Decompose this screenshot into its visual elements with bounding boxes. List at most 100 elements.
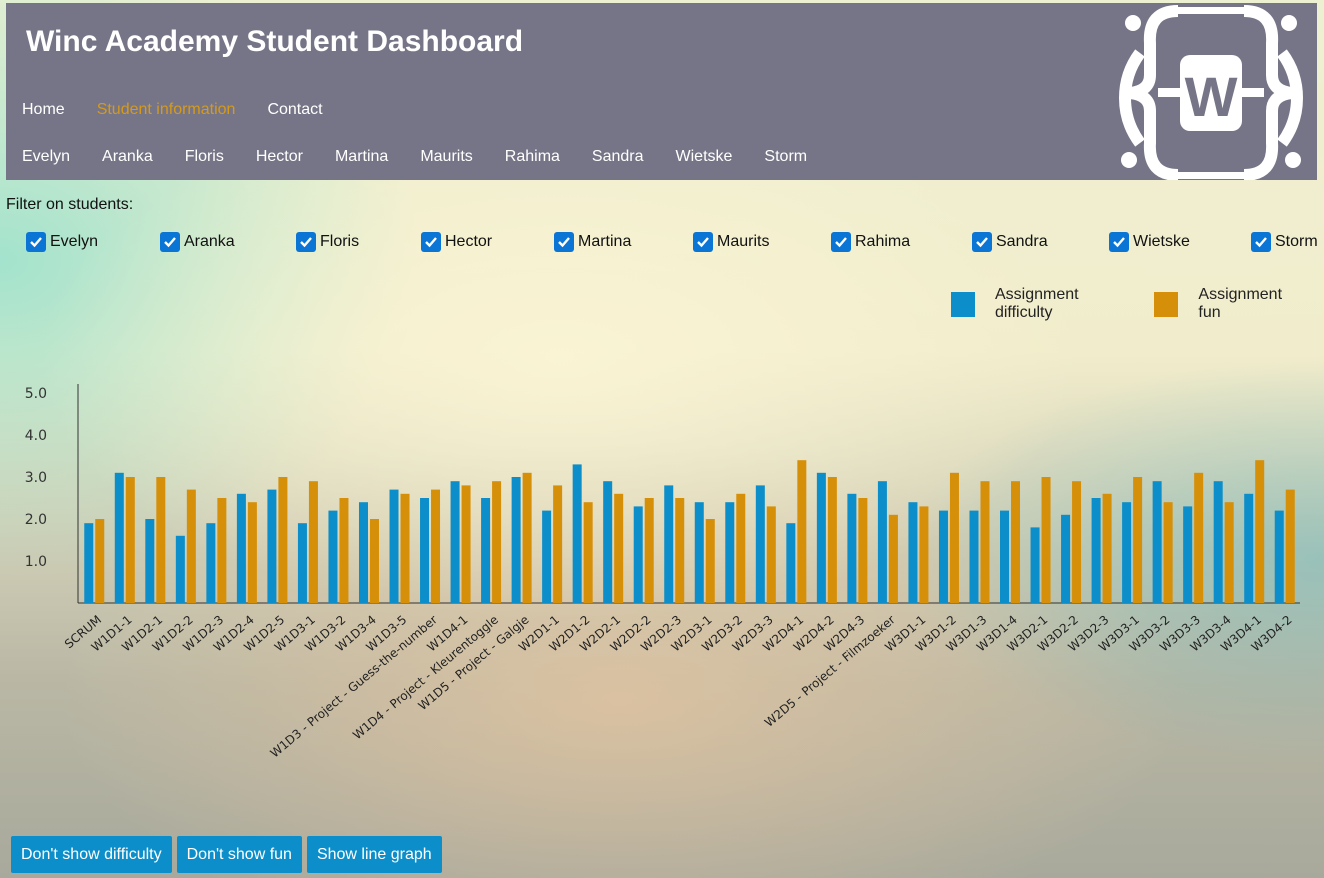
bar-fun [1041,477,1051,603]
checkbox-rahima[interactable] [831,232,851,252]
bar-difficulty [420,498,430,603]
filter-rahima[interactable]: Rahima [831,232,910,252]
student-link-martina[interactable]: Martina [335,148,388,166]
bar-fun [827,477,837,603]
bar-fun [1224,502,1234,603]
check-icon [558,237,570,248]
bar-fun [949,472,959,603]
bar-fun [705,519,715,603]
student-link-maurits[interactable]: Maurits [420,148,472,166]
filter-floris[interactable]: Floris [296,232,359,252]
bar-difficulty [572,464,582,603]
filter-label-evelyn: Evelyn [50,233,99,250]
bar-difficulty [511,477,521,603]
checkbox-hector[interactable] [421,232,441,252]
checkbox-floris[interactable] [296,232,316,252]
filter-label-martina: Martina [578,233,632,250]
bar-fun [675,498,685,603]
bar-difficulty [1030,527,1040,603]
filter-aranka[interactable]: Aranka [160,232,235,252]
check-icon [1113,237,1125,248]
check-icon [30,237,42,248]
student-link-rahima[interactable]: Rahima [505,148,560,166]
check-icon [425,237,437,248]
student-link-wietske[interactable]: Wietske [676,148,733,166]
bar-difficulty [358,502,368,603]
bar-difficulty [1122,502,1132,603]
filter-storm[interactable]: Storm [1251,232,1318,252]
checkbox-maurits[interactable] [693,232,713,252]
bar-difficulty [938,510,948,603]
bar-fun [217,498,227,603]
student-nav: Evelyn Aranka Floris Hector Martina Maur… [22,148,839,166]
bar-difficulty [145,519,155,603]
bar-difficulty [725,502,735,603]
header: Winc Academy Student Dashboard Home Stud… [6,3,1317,180]
student-link-storm[interactable]: Storm [764,148,807,166]
bar-fun [1011,481,1021,603]
bar-fun [400,493,410,603]
filter-label: Filter on students: [6,196,134,213]
filter-label-maurits: Maurits [717,233,770,250]
legend-label-fun: Assignment fun [1198,286,1283,321]
checkbox-martina[interactable] [554,232,574,252]
bar-fun [522,472,532,603]
bar-difficulty [84,523,94,603]
bar-fun [461,485,471,603]
check-icon [835,237,847,248]
bar-difficulty [1213,481,1223,603]
student-link-hector[interactable]: Hector [256,148,303,166]
checkbox-evelyn[interactable] [26,232,46,252]
bar-difficulty [633,506,643,603]
student-link-aranka[interactable]: Aranka [102,148,153,166]
nav-home[interactable]: Home [22,101,65,119]
bar-difficulty [1000,510,1010,603]
student-filter-list: Evelyn Aranka Floris Hector Martina Maur… [26,232,1324,258]
checkbox-storm[interactable] [1251,232,1271,252]
bar-difficulty [389,489,399,603]
student-link-floris[interactable]: Floris [185,148,224,166]
nav-student-information[interactable]: Student information [97,101,236,119]
bar-difficulty [267,489,277,603]
filter-hector[interactable]: Hector [421,232,492,252]
bar-difficulty [694,502,704,603]
bar-fun [308,481,318,603]
bar-difficulty [969,510,979,603]
filter-label-storm: Storm [1275,233,1318,250]
filter-sandra[interactable]: Sandra [972,232,1048,252]
filter-maurits[interactable]: Maurits [693,232,769,252]
legend-label-difficulty: Assignment difficulty [994,286,1079,321]
student-link-sandra[interactable]: Sandra [592,148,644,166]
bar-fun [1285,489,1295,603]
student-link-evelyn[interactable]: Evelyn [22,148,70,166]
bar-fun [553,485,563,603]
filter-evelyn[interactable]: Evelyn [26,232,98,252]
bar-fun [1102,493,1112,603]
checkbox-sandra[interactable] [972,232,992,252]
bar-fun [186,489,196,603]
bar-fun [736,493,746,603]
filter-label-hector: Hector [445,233,493,250]
filter-martina[interactable]: Martina [554,232,631,252]
bar-fun [339,498,349,603]
y-tick-label: 5.0 [25,386,47,402]
bar-difficulty [847,493,857,603]
bar-fun [797,460,807,603]
checkbox-wietske[interactable] [1109,232,1129,252]
legend-swatch-difficulty [951,291,975,317]
filter-wietske[interactable]: Wietske [1109,232,1190,252]
filter-label-wietske: Wietske [1133,233,1190,250]
bar-difficulty [755,485,765,603]
nav-contact[interactable]: Contact [267,101,322,119]
show-line-graph-button[interactable]: Show line graph [306,836,442,873]
toggle-fun-button[interactable]: Don't show fun [176,836,302,873]
bar-fun [1255,460,1265,603]
checkbox-aranka[interactable] [160,232,180,252]
bar-difficulty [236,493,246,603]
check-icon [697,237,709,248]
toggle-difficulty-button[interactable]: Don't show difficulty [11,836,172,873]
check-icon [976,237,988,248]
bar-fun [247,502,257,603]
y-tick-label: 3.0 [25,470,47,486]
bar-difficulty [114,472,124,603]
